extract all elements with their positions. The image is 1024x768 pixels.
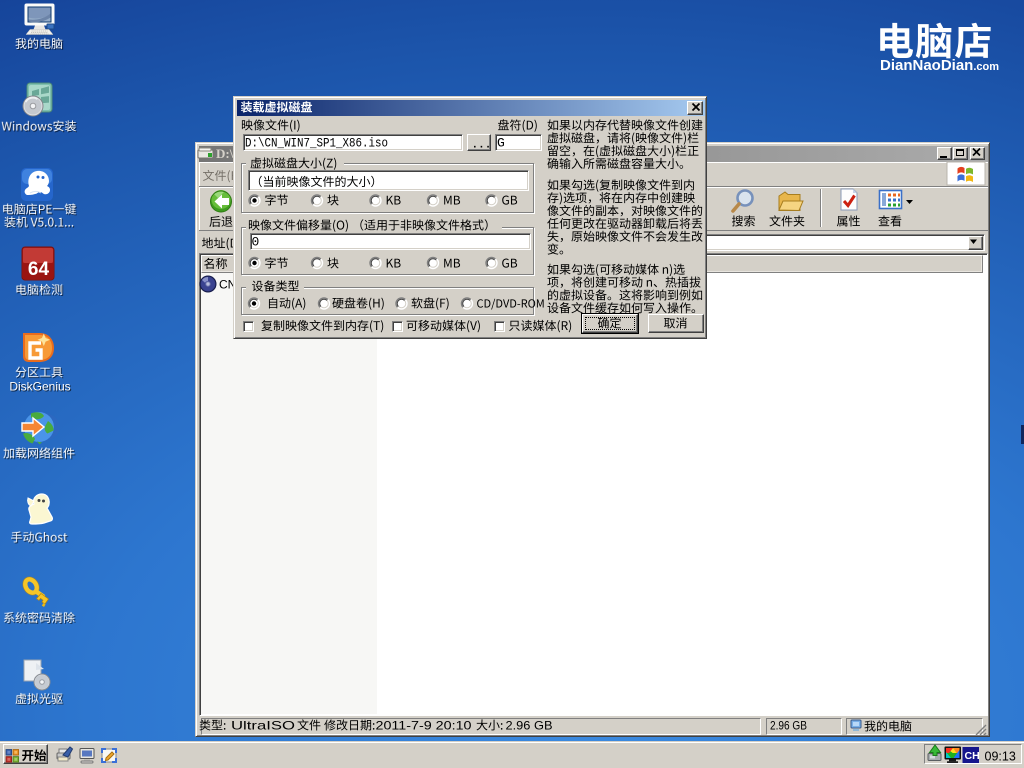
svg-text:CH: CH [965, 750, 980, 762]
svg-text:09:13: 09:13 [985, 750, 1016, 764]
